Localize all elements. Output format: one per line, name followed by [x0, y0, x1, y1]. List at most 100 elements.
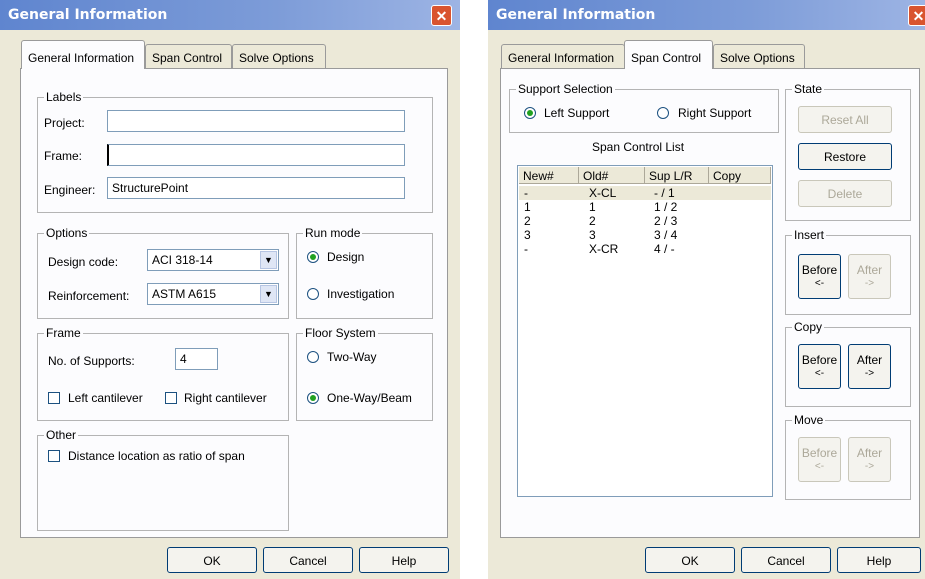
right-arrow-icon: ->: [864, 461, 875, 472]
left-cantilever-label[interactable]: Left cantilever: [68, 391, 143, 405]
frame-legend: Frame: [44, 326, 83, 340]
chevron-down-icon[interactable]: ▼: [260, 285, 277, 303]
left-support-label[interactable]: Left Support: [544, 106, 609, 120]
tab-general-information[interactable]: General Information: [21, 40, 145, 69]
tab-solve-options[interactable]: Solve Options: [232, 44, 326, 68]
new-cell: 2: [524, 214, 531, 228]
sup-cell: - / 1: [654, 186, 675, 200]
old-cell: 2: [589, 214, 596, 228]
project-label: Project:: [44, 116, 85, 130]
close-icon[interactable]: ✕: [431, 5, 452, 26]
other-legend: Other: [44, 428, 79, 442]
column-header-copy[interactable]: Copy: [709, 167, 771, 184]
reinforcement-select[interactable]: ASTM A615 ▼: [147, 283, 279, 305]
cancel-button[interactable]: Cancel: [741, 547, 831, 573]
list-item[interactable]: - X-CL - / 1: [519, 186, 771, 200]
insert-after-button[interactable]: After ->: [848, 254, 891, 299]
old-cell: X-CR: [589, 242, 619, 256]
tab-general-information[interactable]: General Information: [501, 44, 625, 68]
general-information-dialog-left: General Information ✕ General Informatio…: [0, 0, 460, 579]
design-radio-label[interactable]: Design: [327, 250, 364, 264]
frame-label: Frame:: [44, 149, 83, 163]
help-button[interactable]: Help: [837, 547, 921, 573]
insert-legend: Insert: [792, 228, 827, 242]
two-way-radio[interactable]: [307, 351, 319, 363]
sup-cell: 2 / 3: [654, 214, 678, 228]
old-cell: X-CL: [589, 186, 617, 200]
cancel-button[interactable]: Cancel: [263, 547, 353, 573]
two-way-radio-label[interactable]: Two-Way: [327, 350, 377, 364]
move-before-label: Before: [801, 446, 838, 460]
old-cell: 1: [589, 200, 596, 214]
new-cell: 3: [524, 228, 531, 242]
restore-label: Restore: [823, 150, 867, 164]
delete-button[interactable]: Delete: [798, 180, 892, 207]
reset-all-button[interactable]: Reset All: [798, 106, 892, 133]
column-header-sup[interactable]: Sup L/R: [645, 167, 709, 184]
tab-solve-options[interactable]: Solve Options: [713, 44, 805, 68]
tab-panel: Support Selection Left Support Right Sup…: [500, 68, 920, 538]
left-arrow-icon: <-: [814, 368, 825, 379]
title-bar[interactable]: General Information ✕: [488, 0, 925, 30]
supports-input[interactable]: 4: [175, 348, 218, 370]
column-header-new[interactable]: New#: [519, 167, 579, 184]
floor-system-group: Floor System Two-Way One-Way/Beam: [296, 326, 433, 421]
new-cell: -: [524, 186, 528, 200]
list-item[interactable]: 2 2 2 / 3: [519, 214, 771, 228]
copy-legend: Copy: [792, 320, 825, 334]
left-support-radio[interactable]: [524, 107, 536, 119]
reinforcement-value: ASTM A615: [152, 287, 217, 301]
dialog-title: General Information: [496, 7, 656, 23]
copy-before-button[interactable]: Before <-: [798, 344, 841, 389]
left-arrow-icon: <-: [814, 461, 825, 472]
design-radio[interactable]: [307, 251, 319, 263]
restore-button[interactable]: Restore: [798, 143, 892, 170]
span-control-list-title: Span Control List: [592, 140, 685, 154]
sup-cell: 1 / 2: [654, 200, 678, 214]
help-button-label: Help: [866, 554, 892, 568]
tab-span-control[interactable]: Span Control: [145, 44, 232, 68]
ok-button[interactable]: OK: [645, 547, 735, 573]
ok-button[interactable]: OK: [167, 547, 257, 573]
right-support-label[interactable]: Right Support: [678, 106, 751, 120]
right-cantilever-checkbox[interactable]: [165, 392, 177, 404]
close-icon[interactable]: ✕: [908, 5, 925, 26]
distance-ratio-label[interactable]: Distance location as ratio of span: [68, 449, 245, 463]
investigation-radio[interactable]: [307, 288, 319, 300]
right-cantilever-label[interactable]: Right cantilever: [184, 391, 267, 405]
right-support-radio[interactable]: [657, 107, 669, 119]
move-after-button[interactable]: After ->: [848, 437, 891, 482]
support-selection-group: Support Selection Left Support Right Sup…: [509, 82, 779, 133]
title-bar[interactable]: General Information ✕: [0, 0, 460, 30]
insert-group: Insert Before <- After ->: [785, 228, 911, 315]
distance-ratio-checkbox[interactable]: [48, 450, 60, 462]
project-input[interactable]: [107, 110, 405, 132]
cancel-button-label: Cancel: [289, 554, 327, 568]
investigation-radio-label[interactable]: Investigation: [327, 287, 394, 301]
other-group: Other Distance location as ratio of span: [37, 428, 289, 531]
insert-before-button[interactable]: Before <-: [798, 254, 841, 299]
copy-group: Copy Before <- After ->: [785, 320, 911, 407]
list-item[interactable]: 3 3 3 / 4: [519, 228, 771, 242]
engineer-input[interactable]: StructurePoint: [107, 177, 405, 199]
frame-input[interactable]: [107, 144, 405, 166]
tab-span-control[interactable]: Span Control: [624, 40, 713, 69]
delete-label: Delete: [827, 187, 863, 201]
one-way-beam-radio-label[interactable]: One-Way/Beam: [327, 391, 412, 405]
column-header-old[interactable]: Old#: [579, 167, 645, 184]
reset-all-label: Reset All: [821, 113, 869, 127]
one-way-beam-radio[interactable]: [307, 392, 319, 404]
design-code-select[interactable]: ACI 318-14 ▼: [147, 249, 279, 271]
help-button[interactable]: Help: [359, 547, 449, 573]
list-item[interactable]: 1 1 1 / 2: [519, 200, 771, 214]
chevron-down-icon[interactable]: ▼: [260, 251, 277, 269]
move-before-button[interactable]: Before <-: [798, 437, 841, 482]
left-cantilever-checkbox[interactable]: [48, 392, 60, 404]
span-control-list[interactable]: New# Old# Sup L/R Copy - X-CL - / 1 1 1 …: [517, 165, 773, 497]
insert-after-label: After: [856, 263, 883, 277]
list-item[interactable]: - X-CR 4 / -: [519, 242, 771, 256]
copy-after-button[interactable]: After ->: [848, 344, 891, 389]
ok-button-label: OK: [681, 554, 699, 568]
copy-after-label: After: [856, 353, 883, 367]
labels-legend: Labels: [44, 90, 84, 104]
